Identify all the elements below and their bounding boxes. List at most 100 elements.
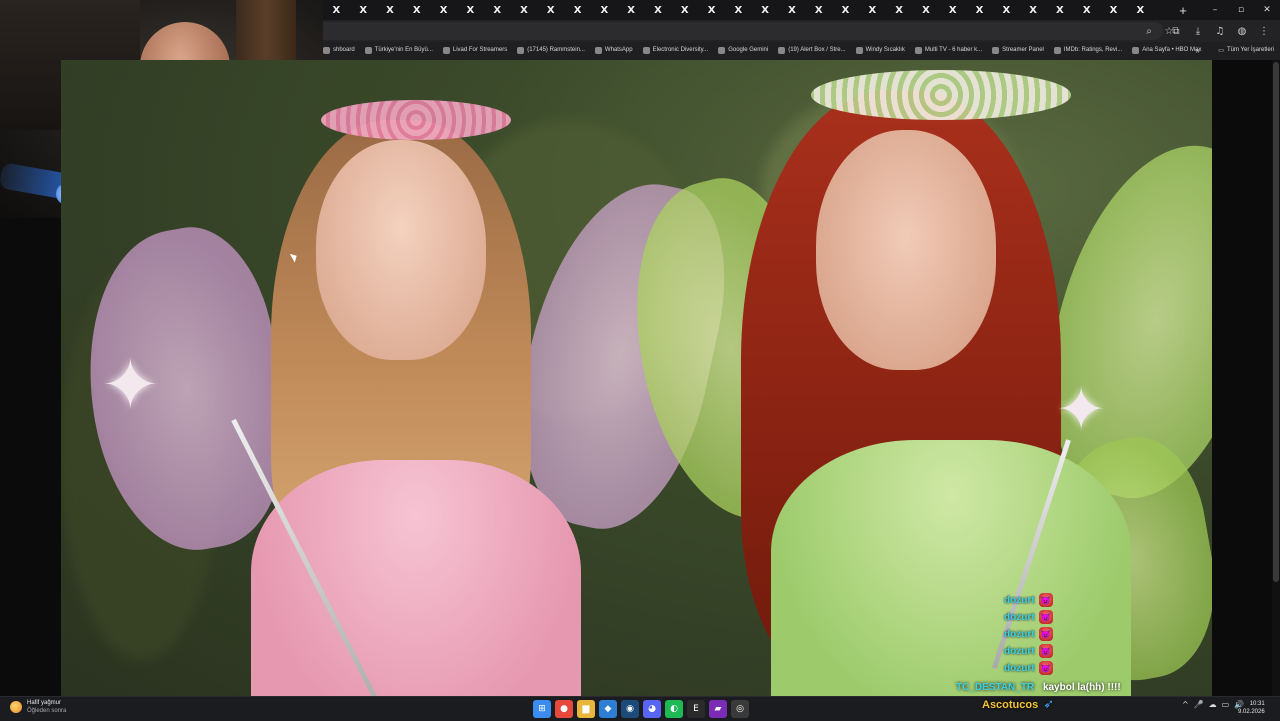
browser-tab[interactable]: X [1020, 0, 1047, 20]
green-flower-crown [811, 70, 1071, 120]
extensions-icon[interactable]: ⧉ [1168, 22, 1184, 40]
browser-tab[interactable]: X [618, 0, 645, 20]
display-icon[interactable]: ▭ [1222, 700, 1230, 709]
bookmark-item[interactable]: Windy Sıcaklık [855, 46, 905, 54]
chrome-icon[interactable]: ● [555, 700, 573, 718]
pink-dress [251, 460, 581, 696]
browser-tab[interactable]: X [805, 0, 832, 20]
recording-icon[interactable]: ◎ [731, 700, 749, 718]
bookmark-item[interactable]: Ana Sayfa • HBO Max [1132, 46, 1201, 54]
bookmark-label: (17145) Rammstein... [527, 47, 585, 53]
bookmark-item[interactable]: Multi TV - 6 haber k... [914, 46, 983, 54]
close-window-button[interactable]: ✕ [1254, 0, 1280, 20]
minimize-button[interactable]: – [1202, 0, 1228, 20]
profile-icon[interactable]: ◍ [1234, 22, 1250, 40]
browser-tab[interactable]: X [457, 0, 484, 20]
browser-tab[interactable]: X [645, 0, 672, 20]
bookmark-label: shboard [333, 47, 355, 53]
browser-tab[interactable]: X [725, 0, 752, 20]
browser-tab[interactable]: X [671, 0, 698, 20]
bookmark-item[interactable]: Electronic Diversity... [642, 46, 709, 54]
zoom-icon[interactable]: ⌕ [1141, 22, 1157, 40]
browser-tab[interactable]: X [1100, 0, 1127, 20]
obs-icon[interactable]: ▰ [709, 700, 727, 718]
start-icon[interactable]: ⊞ [533, 700, 551, 718]
steam-icon[interactable]: ◉ [621, 700, 639, 718]
bookmark-item[interactable]: WhatsApp [594, 46, 633, 54]
alertbox-icon [778, 46, 786, 54]
tab-strip: XXXXXXXXXXXXXXXXXXXXXXXXXXXXXXX + – ▫ ✕ [323, 0, 1280, 20]
browser-tab[interactable]: X [484, 0, 511, 20]
pink-wand-star: ✦ [101, 344, 160, 426]
browser-tab[interactable]: X [537, 0, 564, 20]
bookmark-item[interactable]: Livad For Streamers [442, 46, 507, 54]
bookmark-item[interactable]: shboard [323, 46, 355, 54]
weather-title: Hafif yağmur [27, 700, 62, 706]
clock-time: 10:31 [1249, 701, 1265, 707]
maximize-button[interactable]: ▫ [1228, 0, 1254, 20]
browser-tab[interactable]: X [403, 0, 430, 20]
download-icon[interactable]: ⤓ [1190, 22, 1206, 40]
bookmark-label: Google Gemini [728, 47, 769, 53]
browser-tab[interactable]: X [511, 0, 538, 20]
green-fairy-face [816, 130, 996, 370]
spotify-icon[interactable]: ◐ [665, 700, 683, 718]
browser-tab[interactable]: X [323, 0, 350, 20]
bookmarks-overflow-button[interactable]: » [1196, 42, 1200, 58]
bookmark-label: Electronic Diversity... [652, 47, 709, 53]
weather-icon [10, 701, 22, 713]
browser-tab[interactable]: X [966, 0, 993, 20]
browser-tab[interactable]: X [993, 0, 1020, 20]
livad-icon [442, 46, 450, 54]
chat-line: dozurt 😈 [1004, 643, 1053, 659]
onedrive-icon[interactable]: ☁ [1209, 700, 1217, 709]
bookmark-item[interactable]: (17145) Rammstein... [517, 46, 585, 54]
browser-tab[interactable]: X [350, 0, 377, 20]
media-icon[interactable]: ♫ [1212, 22, 1228, 40]
browser-tab[interactable]: X [779, 0, 806, 20]
browser-tab[interactable]: X [913, 0, 940, 20]
menu-icon[interactable]: ⋮ [1256, 22, 1272, 40]
browser-tab[interactable]: X [564, 0, 591, 20]
all-bookmarks-label: Tüm Yer İşaretleri [1226, 47, 1274, 53]
bookmark-item[interactable]: IMDb: Ratings, Revi... [1053, 46, 1122, 54]
bookmark-label: Streamer Panel [1002, 47, 1044, 53]
address-bar[interactable] [323, 22, 1163, 40]
bookmark-label: (19) Alert Box / Stre... [788, 47, 846, 53]
bookmark-item[interactable]: Google Gemini [718, 46, 769, 54]
page-scrollbar[interactable] [1272, 60, 1280, 696]
microphone-icon[interactable]: 🎤 [1194, 700, 1204, 709]
bookmark-label: Türkiye'nin En Büyü... [374, 47, 433, 53]
epic-games-icon[interactable]: E [687, 700, 705, 718]
browser-tab[interactable]: X [752, 0, 779, 20]
browser-tab[interactable]: X [377, 0, 404, 20]
bookmark-item[interactable]: Türkiye'nin En Büyü... [364, 46, 433, 54]
browser-tab[interactable]: X [430, 0, 457, 20]
browser-tab[interactable]: X [939, 0, 966, 20]
browser-tab[interactable]: X [859, 0, 886, 20]
new-tab-button[interactable]: + [1173, 0, 1193, 20]
browser-window: XXXXXXXXXXXXXXXXXXXXXXXXXXXXXXX + – ▫ ✕ … [323, 0, 1280, 60]
bookmark-item[interactable]: (19) Alert Box / Stre... [778, 46, 846, 54]
scrollbar-thumb[interactable] [1273, 62, 1279, 582]
chat-line: dozurt 😈 [1004, 626, 1053, 642]
bookmark-item[interactable]: Streamer Panel [992, 46, 1044, 54]
browser-tab[interactable]: X [1047, 0, 1074, 20]
show-hidden-icons[interactable]: ^ [1182, 700, 1189, 709]
vscode-icon[interactable]: ◆ [599, 700, 617, 718]
browser-tab[interactable]: X [591, 0, 618, 20]
discord-icon[interactable]: ◕ [643, 700, 661, 718]
browser-tab[interactable]: X [886, 0, 913, 20]
browser-tab[interactable]: X [698, 0, 725, 20]
chat-username: TC_DESTAN_TR [956, 682, 1035, 693]
browser-tab[interactable]: X [1127, 0, 1154, 20]
pink-fairy-face [316, 140, 486, 360]
weather-widget[interactable]: Hafif yağmur Öğleden sonra [10, 699, 66, 715]
chat-line: dozurt 😈 [1004, 609, 1053, 625]
bookmark-label: Multi TV - 6 haber k... [924, 47, 983, 53]
clock[interactable]: 10:31 9.02.2026 [1238, 700, 1265, 716]
file-explorer-icon[interactable]: ▆ [577, 700, 595, 718]
browser-tab[interactable]: X [832, 0, 859, 20]
all-bookmarks-button[interactable]: ▭ Tüm Yer İşaretleri [1218, 42, 1274, 58]
browser-tab[interactable]: X [1073, 0, 1100, 20]
